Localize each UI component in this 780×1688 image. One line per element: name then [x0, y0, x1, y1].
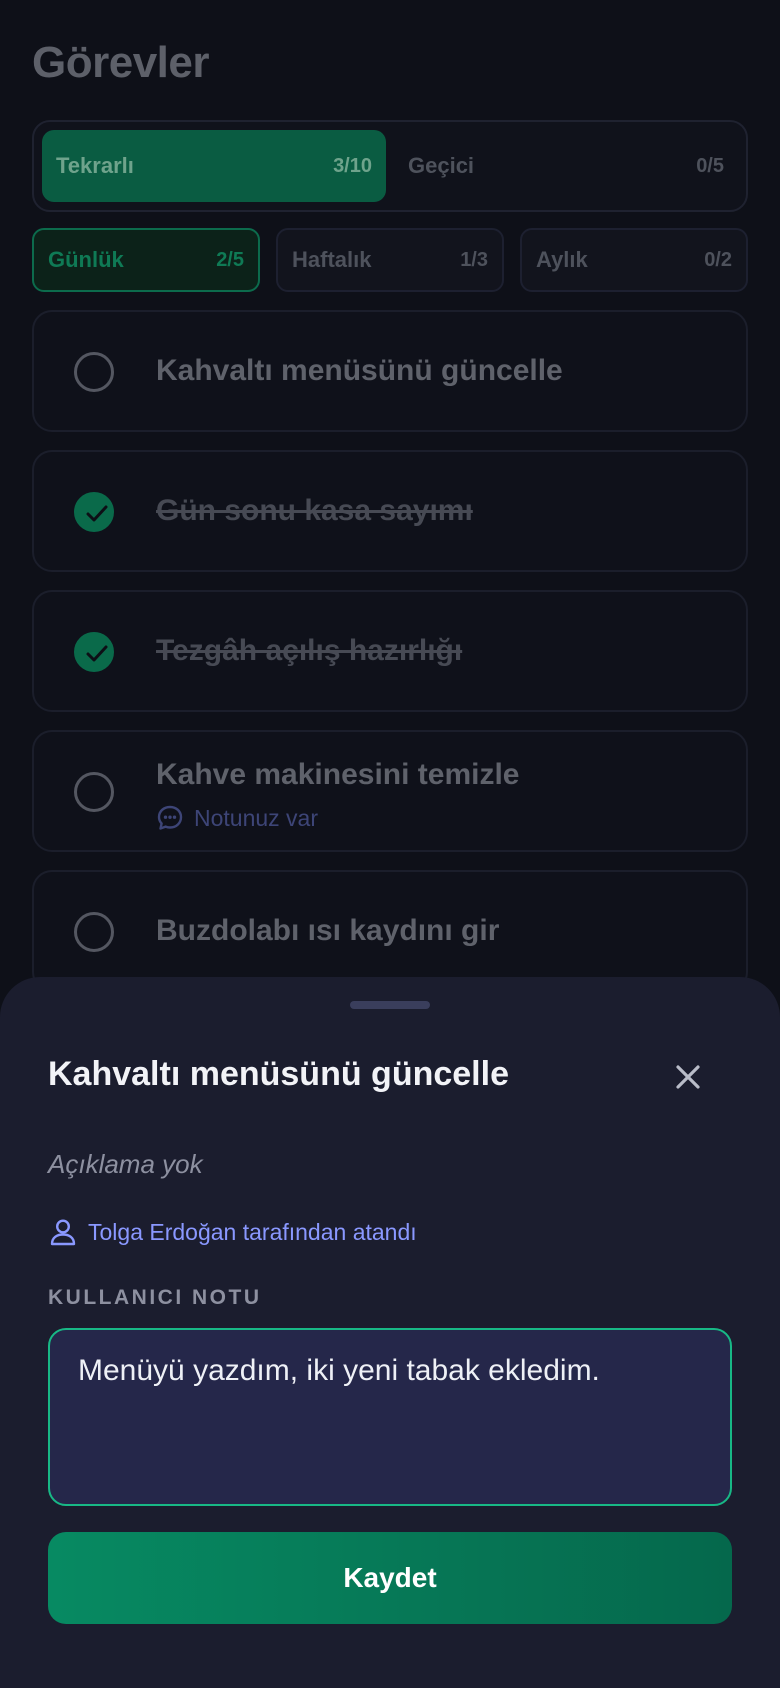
segment-recurring[interactable]: Tekrarlı 3/10	[42, 130, 386, 202]
period-tab-count: 1/3	[460, 248, 488, 271]
period-tab-monthly[interactable]: Aylık 0/2	[520, 228, 748, 292]
task-checkbox[interactable]	[74, 632, 114, 672]
period-tab-label: Haftalık	[292, 247, 372, 272]
segment-temporary[interactable]: Geçici 0/5	[394, 130, 738, 202]
page: Görevler Tekrarlı 3/10 Geçici 0/5 Günlük…	[0, 0, 780, 1688]
task-checkbox[interactable]	[74, 912, 114, 952]
task-note-indicator: Notunuz var	[156, 804, 318, 832]
task-title: Kahve makinesini temizle	[156, 758, 520, 791]
user-note-label: KULLANICI NOTU	[48, 1286, 262, 1309]
task-card[interactable]: Kahve makinesini temizle Notunuz var	[32, 730, 748, 852]
segment-recurring-label: Tekrarlı	[56, 153, 134, 178]
save-button[interactable]: Kaydet	[48, 1532, 732, 1624]
task-title: Kahvaltı menüsünü güncelle	[156, 354, 563, 387]
user-note-field[interactable]: Menüyü yazdım, iki yeni tabak ekledim.	[48, 1328, 732, 1506]
task-checkbox[interactable]	[74, 772, 114, 812]
task-title: Buzdolabı ısı kaydını gir	[156, 914, 500, 947]
chat-bubble-icon	[157, 805, 183, 830]
period-tab-count: 0/2	[704, 248, 732, 271]
task-note-text: Notunuz var	[194, 804, 319, 831]
task-detail-sheet: Kahvaltı menüsünü güncelle Açıklama yok …	[0, 977, 780, 1688]
period-tab-label: Aylık	[536, 247, 588, 272]
task-description: Açıklama yok	[48, 1149, 203, 1179]
task-title: Tezgâh açılış hazırlığı	[156, 634, 463, 667]
period-tab-count: 2/5	[216, 248, 244, 271]
segment-temporary-label: Geçici	[408, 153, 475, 178]
assigned-by: Tolga Erdoğan tarafından atandı	[48, 1217, 417, 1247]
task-title: Gün sonu kasa sayımı	[156, 494, 473, 527]
period-tab-daily[interactable]: Günlük 2/5	[32, 228, 260, 292]
task-card[interactable]: Tezgâh açılış hazırlığı	[32, 590, 748, 712]
task-card[interactable]: Buzdolabı ısı kaydını gir	[32, 870, 748, 992]
assigned-by-text: Tolga Erdoğan tarafından atandı	[88, 1218, 417, 1245]
period-filter: Günlük 2/5 Haftalık 1/3 Aylık 0/2	[32, 228, 748, 292]
task-card[interactable]: Gün sonu kasa sayımı	[32, 450, 748, 572]
segment-recurring-count: 3/10	[333, 154, 372, 177]
task-type-segmented-control: Tekrarlı 3/10 Geçici 0/5	[32, 120, 748, 212]
user-icon	[50, 1219, 76, 1246]
close-button[interactable]	[670, 1059, 706, 1095]
period-tab-weekly[interactable]: Haftalık 1/3	[276, 228, 504, 292]
check-icon	[86, 645, 108, 662]
segment-temporary-count: 0/5	[696, 154, 724, 177]
page-title: Görevler	[32, 38, 209, 87]
task-checkbox[interactable]	[74, 352, 114, 392]
task-card[interactable]: Kahvaltı menüsünü güncelle	[32, 310, 748, 432]
close-icon	[676, 1065, 700, 1089]
period-tab-label: Günlük	[48, 247, 124, 272]
task-checkbox[interactable]	[74, 492, 114, 532]
sheet-drag-handle[interactable]	[350, 1001, 430, 1009]
check-icon	[86, 505, 108, 522]
sheet-title: Kahvaltı menüsünü güncelle	[48, 1055, 509, 1093]
